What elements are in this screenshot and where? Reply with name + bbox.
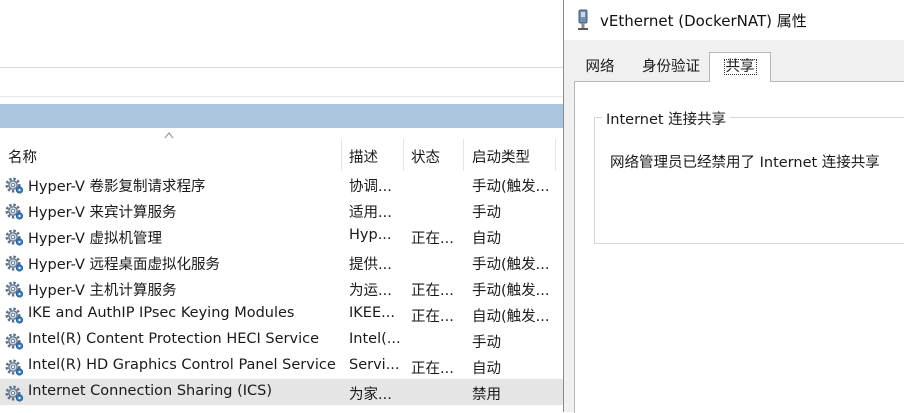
service-name: Hyper-V 主机计算服务: [28, 283, 177, 299]
sort-ascending-icon: [164, 132, 174, 139]
tab-sharing[interactable]: 共享: [709, 52, 771, 82]
service-gear-icon: [5, 359, 24, 377]
services-window: 名称 描述 状态 启动类型 Hyper-V 卷影复制请求程序 协调... 手动(…: [0, 0, 563, 412]
service-startup-type: 手动(触发...: [472, 257, 550, 273]
service-row[interactable]: Hyper-V 远程桌面虚拟化服务 提供... 手动(触发...: [0, 249, 563, 275]
properties-dialog: vEthernet (DockerNAT) 属性 网络 身份验证 共享 Inte…: [563, 0, 904, 413]
service-description: IKEE...: [349, 305, 395, 321]
service-gear-icon: [5, 281, 24, 299]
ics-disabled-message: 网络管理员已经禁用了 Internet 连接共享: [610, 155, 880, 171]
service-name: Internet Connection Sharing (ICS): [28, 383, 273, 399]
service-status: 正在...: [411, 231, 454, 247]
service-gear-icon: [5, 229, 24, 247]
service-startup-type: 自动: [472, 231, 501, 247]
service-startup-type: 自动: [472, 361, 501, 377]
service-row[interactable]: Hyper-V 来宾计算服务 适用... 手动: [0, 197, 563, 223]
service-gear-icon: [5, 177, 24, 195]
column-name[interactable]: 名称: [8, 146, 37, 167]
tab-network[interactable]: 网络: [574, 54, 626, 80]
dialog-title: vEthernet (DockerNAT) 属性: [600, 12, 807, 30]
service-row[interactable]: Intel(R) HD Graphics Control Panel Servi…: [0, 353, 563, 379]
service-status: 正在...: [411, 283, 454, 299]
dialog-titlebar[interactable]: vEthernet (DockerNAT) 属性: [564, 0, 904, 40]
tab-authentication[interactable]: 身份验证: [634, 54, 708, 80]
column-startup-type[interactable]: 启动类型: [472, 146, 530, 167]
service-status: 正在...: [411, 309, 454, 325]
service-startup-type: 手动: [472, 205, 501, 221]
service-description: 为运...: [349, 283, 392, 299]
column-status[interactable]: 状态: [411, 146, 440, 167]
ics-group-title: Internet 连接共享: [602, 108, 731, 129]
service-gear-icon: [5, 307, 24, 325]
service-row[interactable]: Hyper-V 主机计算服务 为运... 正在... 手动(触发...: [0, 275, 563, 301]
service-description: Servi...: [349, 357, 400, 373]
service-name: Hyper-V 来宾计算服务: [28, 205, 177, 221]
service-startup-type: 手动: [472, 335, 501, 351]
column-header-row: 名称 描述 状态 启动类型: [0, 129, 563, 171]
network-adapter-icon: [578, 9, 588, 30]
extended-view-strip: [0, 68, 563, 97]
service-row[interactable]: IKE and AuthIP IPsec Keying Modules IKEE…: [0, 301, 563, 327]
service-gear-icon: [5, 385, 24, 403]
service-startup-type: 自动(触发...: [472, 309, 550, 325]
service-status: 正在...: [411, 361, 454, 377]
column-separator[interactable]: [555, 139, 556, 171]
top-pane: [0, 0, 563, 68]
sharing-tab-panel: Internet 连接共享 网络管理员已经禁用了 Internet 连接共享: [574, 81, 904, 413]
service-description: Intel(...: [349, 331, 401, 347]
service-name: Intel(R) HD Graphics Control Panel Servi…: [28, 357, 336, 373]
column-separator[interactable]: [463, 139, 464, 171]
services-header-bar: [0, 104, 563, 128]
column-separator[interactable]: [403, 139, 404, 171]
service-gear-icon: [5, 255, 24, 273]
service-name: Hyper-V 虚拟机管理: [28, 231, 163, 247]
service-name: Hyper-V 远程桌面虚拟化服务: [28, 257, 221, 273]
service-gear-icon: [5, 203, 24, 221]
service-description: 为家...: [349, 387, 392, 403]
service-row-selected[interactable]: Internet Connection Sharing (ICS) 为家... …: [0, 379, 563, 405]
service-startup-type: 手动(触发...: [472, 179, 550, 195]
service-description: 协调...: [349, 179, 392, 195]
service-gear-icon: [5, 333, 24, 351]
service-description: Hyp...: [349, 227, 392, 243]
service-startup-type: 禁用: [472, 387, 501, 403]
service-name: Intel(R) Content Protection HECI Service: [28, 331, 320, 347]
column-description[interactable]: 描述: [349, 146, 378, 167]
service-row[interactable]: Hyper-V 虚拟机管理 Hyp... 正在... 自动: [0, 223, 563, 249]
service-startup-type: 手动(触发...: [472, 283, 550, 299]
column-separator[interactable]: [341, 139, 342, 171]
service-row[interactable]: Intel(R) Content Protection HECI Service…: [0, 327, 563, 353]
service-description: 适用...: [349, 205, 392, 221]
ics-groupbox: Internet 连接共享 网络管理员已经禁用了 Internet 连接共享: [594, 108, 904, 244]
service-name: IKE and AuthIP IPsec Keying Modules: [28, 305, 295, 321]
service-description: 提供...: [349, 257, 392, 273]
service-row[interactable]: Hyper-V 卷影复制请求程序 协调... 手动(触发...: [0, 171, 563, 197]
service-name: Hyper-V 卷影复制请求程序: [28, 179, 206, 195]
